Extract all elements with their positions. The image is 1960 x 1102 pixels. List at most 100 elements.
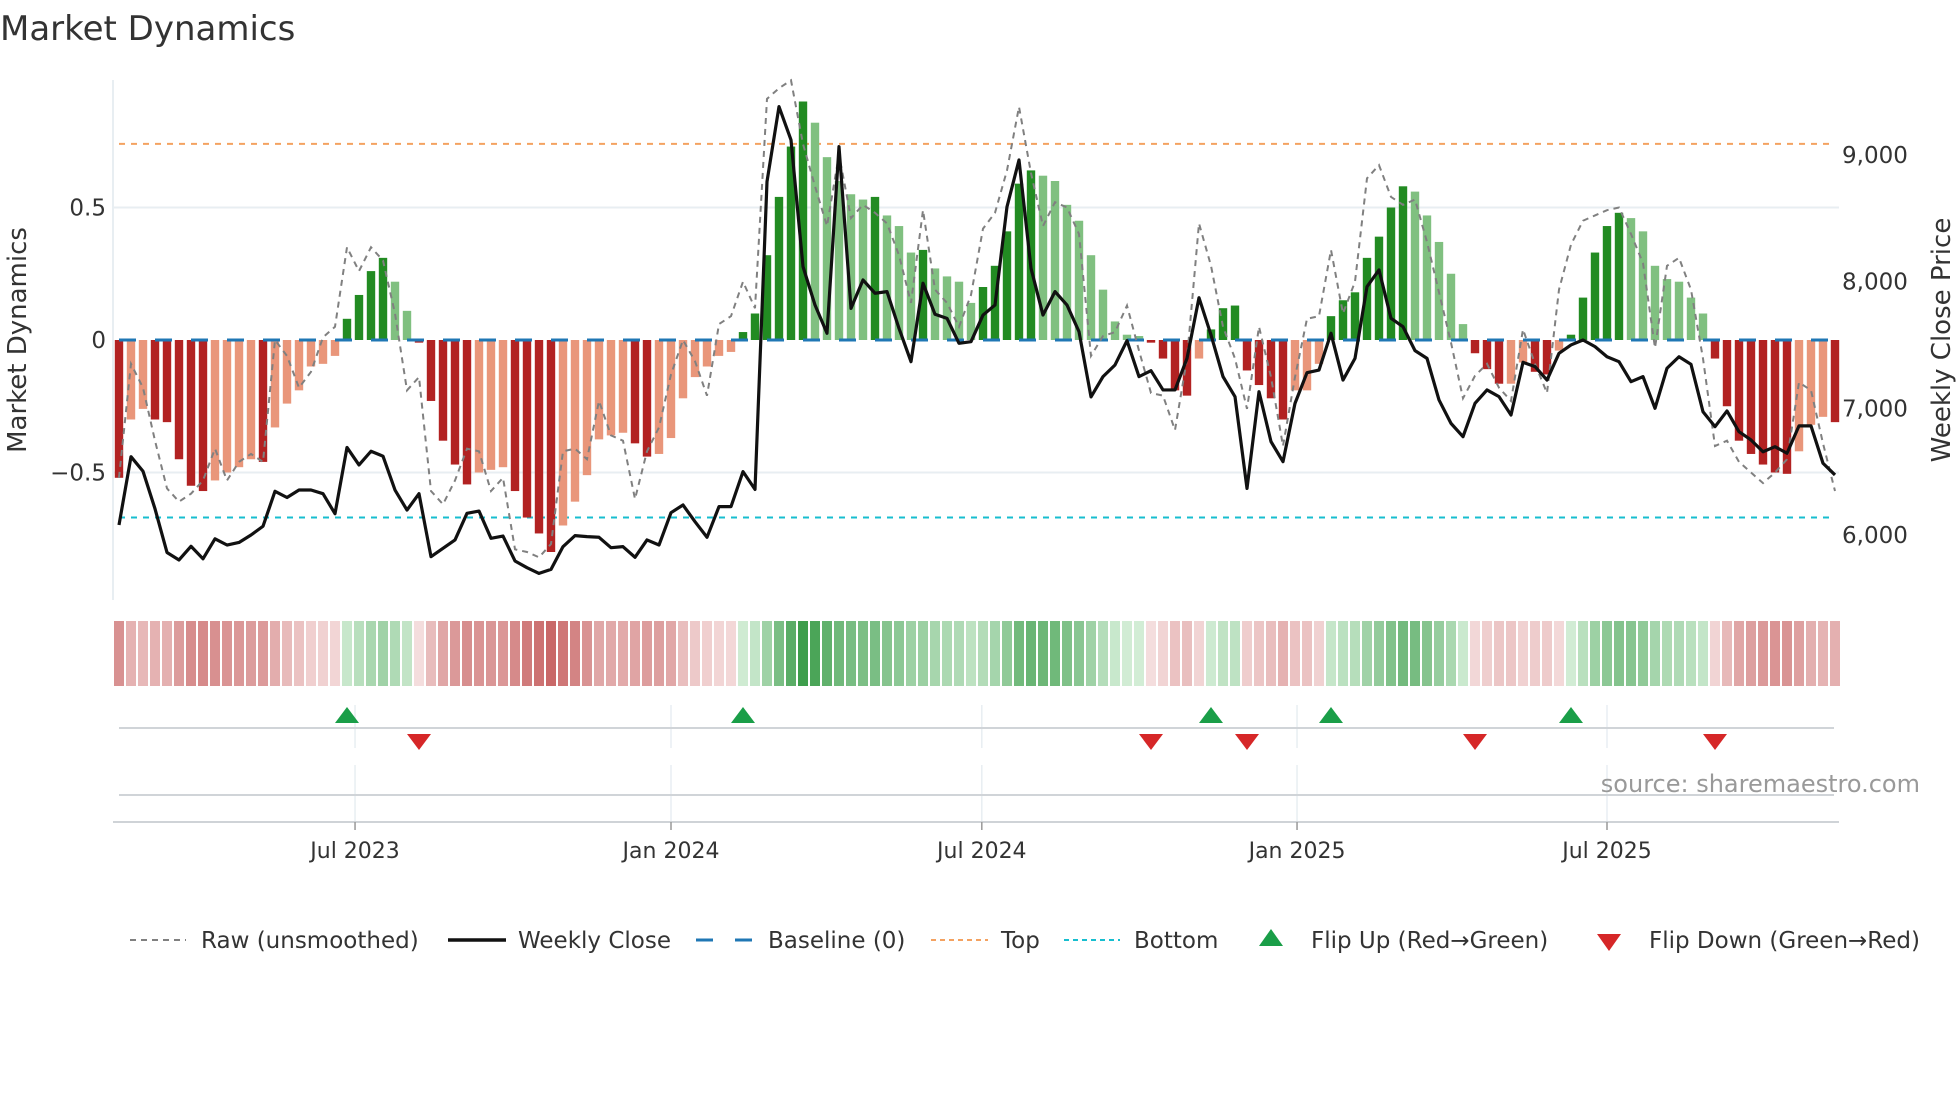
legend-item-flip-down: Flip Down (Green→Red) <box>1597 928 1920 954</box>
heatmap-cell <box>1734 621 1744 686</box>
dynamics-bar <box>1602 226 1612 340</box>
heatmap-cell <box>438 621 448 686</box>
heatmap-cell <box>1062 621 1072 686</box>
legend-baseline-label: Baseline (0) <box>768 928 905 954</box>
x-tick-label: Jul 2024 <box>935 839 1027 864</box>
heatmap-cell <box>198 621 208 686</box>
heatmap-cell <box>726 621 736 686</box>
heatmap-cell <box>282 621 292 686</box>
heatmap-cell <box>1350 621 1360 686</box>
heatmap-cell <box>222 621 232 686</box>
heatmap-cell <box>1134 621 1144 686</box>
heatmap-cell <box>1170 621 1180 686</box>
dynamics-bar <box>330 340 340 356</box>
dynamics-bar <box>1086 255 1096 340</box>
heatmap-cell <box>402 621 412 686</box>
heatmap-cell <box>966 621 976 686</box>
heatmap-cell <box>1554 621 1564 686</box>
heatmap-cell <box>1518 621 1528 686</box>
dynamics-bar <box>162 340 172 423</box>
dynamics-bar <box>498 340 508 468</box>
dynamics-bar <box>1818 340 1828 417</box>
heatmap-cell <box>582 621 592 686</box>
heatmap-cell <box>1758 621 1768 686</box>
flip-up-marker <box>1319 707 1343 723</box>
dynamics-bar <box>630 340 640 444</box>
heatmap-cell <box>330 621 340 686</box>
dynamics-bar <box>114 340 124 478</box>
flip-up-marker <box>1199 707 1223 723</box>
heatmap-cell <box>1026 621 1036 686</box>
dynamics-bar <box>390 281 400 340</box>
heatmap-cell <box>1074 621 1084 686</box>
heatmap-cell <box>834 621 844 686</box>
heatmap-cell <box>870 621 880 686</box>
right-tick-label: 7,000 <box>1842 396 1908 422</box>
heatmap-cell <box>786 621 796 686</box>
legend-item-top: Top <box>931 928 1040 954</box>
heatmap-cell <box>774 621 784 686</box>
heatmap-cell <box>1530 621 1540 686</box>
triangle-down-icon <box>1597 934 1621 951</box>
heatmap-cell <box>798 621 808 686</box>
heatmap-cell <box>1686 621 1696 686</box>
heatmap-cell <box>1086 621 1096 686</box>
dynamics-bar <box>1398 186 1408 340</box>
heatmap-cell <box>1038 621 1048 686</box>
heatmap-cell <box>1590 621 1600 686</box>
heatmap-cell <box>318 621 328 686</box>
x-tick-label: Jan 2024 <box>621 839 720 864</box>
dynamics-bar <box>1458 324 1468 340</box>
axes-layer: 0.5 0 −0.5 9,000 8,000 7,000 6,000 <box>50 143 1908 549</box>
dynamics-bar <box>126 340 136 420</box>
heatmap-cell <box>1218 621 1228 686</box>
dynamics-bar <box>1194 340 1204 359</box>
lines-layer <box>117 78 1837 575</box>
dynamics-bar <box>1710 340 1720 359</box>
dynamics-bar <box>882 215 892 340</box>
heatmap-cell <box>1830 621 1840 686</box>
dynamics-bar <box>1554 340 1564 351</box>
right-axis-title: Weekly Close Price <box>1927 218 1957 463</box>
heatmap-cell <box>498 621 508 686</box>
heatmap-cell <box>366 621 376 686</box>
heatmap-cell <box>1266 621 1276 686</box>
dynamics-bar <box>1422 215 1432 340</box>
dynamics-bar <box>1098 289 1108 340</box>
heatmap-cell <box>1398 621 1408 686</box>
heatmap-cell <box>1602 621 1612 686</box>
dynamics-bar <box>174 340 184 460</box>
dynamics-bar <box>570 340 580 502</box>
heatmap-cell <box>378 621 388 686</box>
heatmap-cell <box>1278 621 1288 686</box>
chart-title: Market Dynamics <box>0 9 295 49</box>
heatmap-cell <box>1374 621 1384 686</box>
heatmap-cell <box>630 621 640 686</box>
dynamics-bar <box>462 340 472 485</box>
dynamics-bar <box>1470 340 1480 354</box>
x-axis: Jul 2023 Jan 2024 Jul 2024 Jan 2025 Jul 2025 <box>113 821 1839 864</box>
dynamics-bar <box>1278 340 1288 420</box>
dynamics-bar <box>1590 252 1600 340</box>
heatmap-cell <box>762 621 772 686</box>
flip-down-marker <box>1139 734 1163 750</box>
heatmap-cell <box>1314 621 1324 686</box>
heatmap-cell <box>930 621 940 686</box>
heatmap-cell <box>618 621 628 686</box>
heatmap-cell <box>954 621 964 686</box>
dynamics-bar <box>870 196 880 340</box>
legend-bottom-label: Bottom <box>1134 928 1218 954</box>
heatmap-cell <box>1302 621 1312 686</box>
heatmap-cell <box>1770 621 1780 686</box>
legend-raw-label: Raw (unsmoothed) <box>201 928 419 954</box>
dynamics-bar <box>1230 305 1240 340</box>
dynamics-bar <box>1002 231 1012 340</box>
heatmap-cell <box>1422 621 1432 686</box>
dynamics-bar <box>1674 281 1684 340</box>
dynamics-bar <box>858 199 868 340</box>
heatmap-cell <box>522 621 532 686</box>
heatmap-cell <box>1410 621 1420 686</box>
heatmap-cell <box>1362 621 1372 686</box>
heatmap-cell <box>654 621 664 686</box>
dynamics-bar <box>1410 191 1420 340</box>
